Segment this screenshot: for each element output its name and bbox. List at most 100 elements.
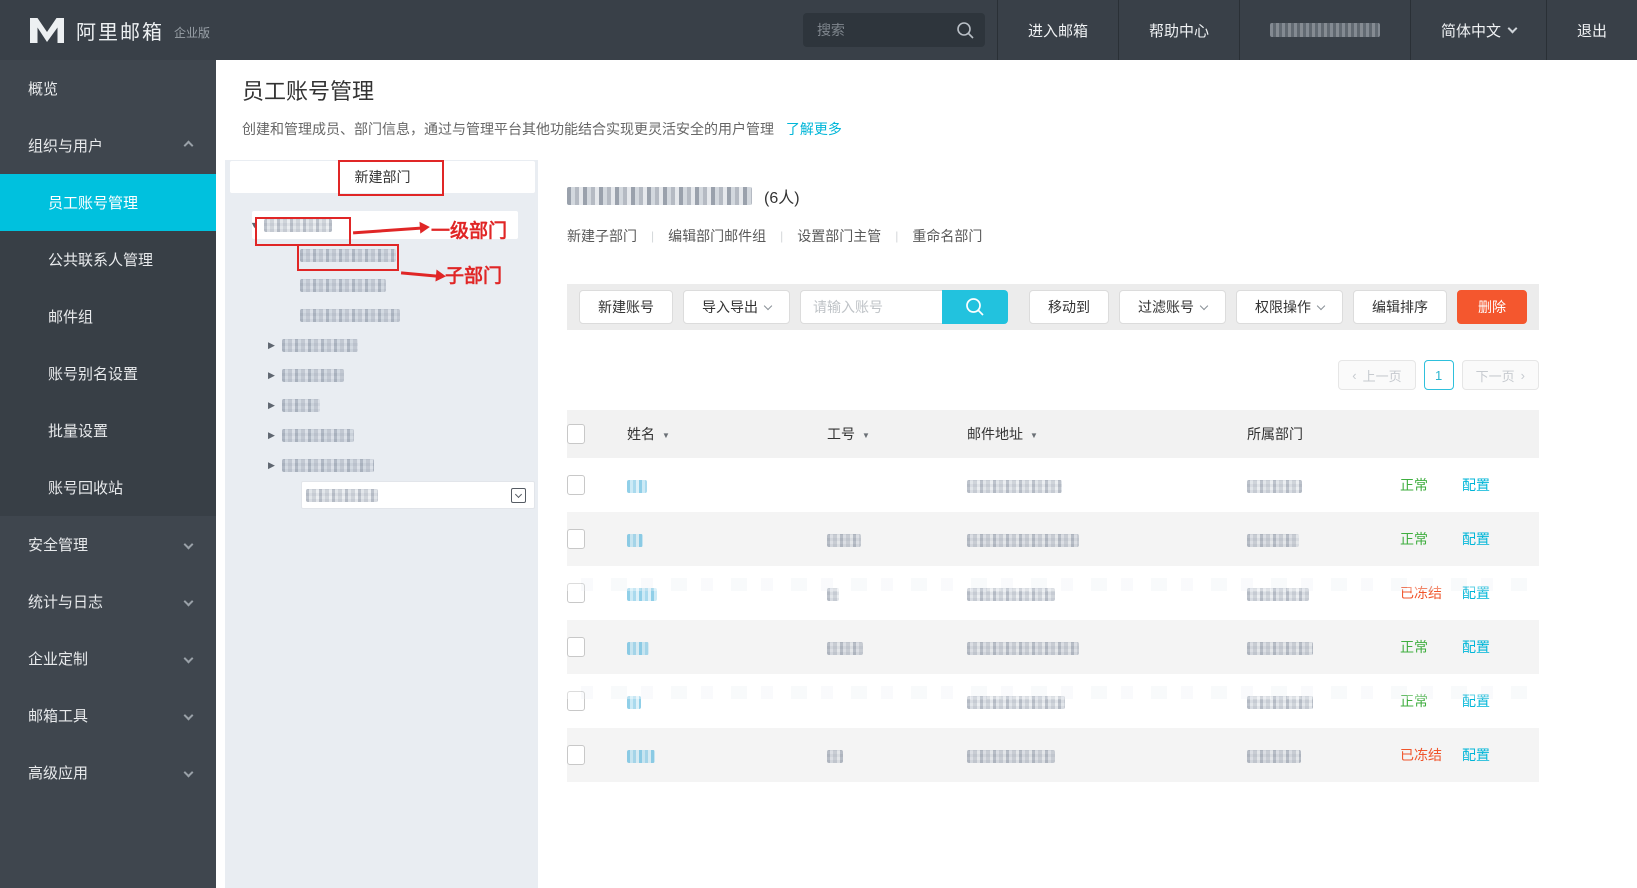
delete-button[interactable]: 删除 — [1457, 290, 1527, 324]
employee-table: 姓名 ▼ 工号 ▼ 邮件地址 ▼ 所属部门 正常 配置 正常 配置 已冻结 配置… — [567, 410, 1539, 782]
new-account-button[interactable]: 新建账号 — [579, 290, 673, 324]
topbar-account[interactable] — [1238, 0, 1410, 60]
row-checkbox[interactable] — [567, 691, 585, 711]
topbar-menu-item[interactable]: 进入邮箱 — [996, 0, 1118, 60]
edit-sort-button[interactable]: 编辑排序 — [1353, 290, 1447, 324]
status-badge: 正常 — [1400, 531, 1428, 547]
dept-action-link[interactable]: 编辑部门邮件组 — [668, 226, 766, 246]
tree-caret-right-icon[interactable]: ▶ — [268, 340, 282, 351]
configure-link[interactable]: 配置 — [1462, 531, 1490, 547]
sidebar-item-企业定制[interactable]: 企业定制 — [0, 630, 216, 687]
dept-tree-node[interactable]: ▶ — [225, 420, 538, 450]
tree-caret-down-icon[interactable]: ▼ — [250, 220, 264, 230]
action-separator: | — [895, 229, 899, 243]
col-header-name[interactable]: 姓名 ▼ — [627, 410, 827, 458]
table-row: 正常 配置 — [567, 458, 1539, 512]
import-export-button[interactable]: 导入导出 — [683, 290, 790, 324]
configure-link[interactable]: 配置 — [1462, 585, 1490, 601]
tree-caret-right-icon[interactable]: ▶ — [268, 370, 282, 381]
dept-tree-node[interactable] — [225, 480, 538, 510]
sidebar-item-统计与日志[interactable]: 统计与日志 — [0, 573, 216, 630]
configure-link[interactable]: 配置 — [1462, 639, 1490, 655]
current-page-button[interactable]: 1 — [1423, 360, 1454, 390]
dept-action-link[interactable]: 重命名部门 — [912, 226, 982, 246]
topbar-menu-item[interactable]: 退出 — [1545, 0, 1637, 60]
topbar-search-input[interactable] — [814, 21, 955, 39]
dept-tree-node[interactable] — [225, 240, 538, 270]
sidebar-item-邮件组[interactable]: 邮件组 — [0, 288, 216, 345]
select-all-checkbox[interactable] — [567, 424, 585, 444]
topbar-menu-item[interactable]: 简体中文 — [1409, 0, 1546, 60]
status-badge: 已冻结 — [1400, 585, 1442, 601]
blurred-dept-name — [300, 308, 400, 322]
permission-ops-button[interactable]: 权限操作 — [1236, 290, 1343, 324]
sidebar-item-批量设置[interactable]: 批量设置 — [0, 402, 216, 459]
dept-tree-node[interactable]: ▶ — [225, 330, 538, 360]
topbar-search[interactable] — [802, 13, 985, 47]
dept-tree-node[interactable] — [225, 300, 538, 330]
topbar-menu-item[interactable]: 帮助中心 — [1117, 0, 1239, 60]
blurred-department — [1247, 587, 1309, 601]
configure-link[interactable]: 配置 — [1462, 477, 1490, 493]
col-header-email[interactable]: 邮件地址 ▼ — [967, 410, 1247, 458]
account-search-button[interactable] — [942, 290, 1008, 324]
table-row: 正常 配置 — [567, 674, 1539, 728]
row-checkbox[interactable] — [567, 475, 585, 495]
tree-node-selected-bar[interactable] — [301, 481, 535, 509]
col-header-jobno[interactable]: 工号 ▼ — [827, 410, 967, 458]
sidebar-item-账号回收站[interactable]: 账号回收站 — [0, 459, 216, 516]
row-checkbox[interactable] — [567, 745, 585, 765]
pagination: ‹ 上一页 1 下一页 › — [567, 360, 1539, 390]
blurred-job-number — [827, 587, 839, 601]
chevron-down-icon — [183, 710, 194, 721]
sidebar-item-安全管理[interactable]: 安全管理 — [0, 516, 216, 573]
sidebar-item-组织与用户[interactable]: 组织与用户 — [0, 117, 216, 174]
blurred-account-email — [1269, 23, 1380, 37]
tree-caret-right-icon[interactable]: ▶ — [268, 430, 282, 441]
node-dropdown-icon[interactable] — [511, 487, 526, 503]
table-row: 正常 配置 — [567, 512, 1539, 566]
row-checkbox[interactable] — [567, 529, 585, 549]
dept-tree-node[interactable]: ▶ — [225, 450, 538, 480]
action-separator: | — [780, 229, 784, 243]
tree-caret-right-icon[interactable]: ▶ — [268, 400, 282, 411]
sidebar-item-邮箱工具[interactable]: 邮箱工具 — [0, 687, 216, 744]
blurred-dept-name — [282, 338, 358, 352]
sort-icon: ▼ — [862, 431, 870, 440]
sidebar-item-label: 组织与用户 — [28, 138, 104, 155]
configure-link[interactable]: 配置 — [1462, 747, 1490, 763]
dept-tree-node[interactable]: ▶ — [225, 390, 538, 420]
sidebar-item-员工账号管理[interactable]: 员工账号管理 — [0, 174, 216, 231]
row-checkbox[interactable] — [567, 583, 585, 603]
sidebar-item-账号别名设置[interactable]: 账号别名设置 — [0, 345, 216, 402]
blurred-email-address — [967, 641, 1079, 655]
search-icon[interactable] — [955, 20, 975, 40]
next-arrow-icon: › — [1520, 367, 1525, 383]
topbar-menu: 进入邮箱 帮助中心 简体中文 退出 — [996, 0, 1637, 60]
dept-tree-node[interactable]: ▶ — [225, 360, 538, 390]
dept-action-link[interactable]: 设置部门主管 — [797, 226, 881, 246]
row-checkbox[interactable] — [567, 637, 585, 657]
configure-link[interactable]: 配置 — [1462, 693, 1490, 709]
blurred-employee-name — [627, 533, 643, 547]
learn-more-link[interactable]: 了解更多 — [786, 121, 842, 137]
sidebar-item-概览[interactable]: 概览 — [0, 60, 216, 117]
prev-page-button[interactable]: ‹ 上一页 — [1338, 360, 1416, 390]
tree-caret-right-icon[interactable]: ▶ — [268, 460, 282, 471]
sidebar-item-高级应用[interactable]: 高级应用 — [0, 744, 216, 801]
move-to-button[interactable]: 移动到 — [1029, 290, 1109, 324]
blurred-employee-name — [627, 695, 641, 709]
dept-tree-node[interactable]: ▼ — [225, 210, 538, 240]
sidebar-item-label: 账号别名设置 — [48, 366, 139, 383]
filter-account-button[interactable]: 过滤账号 — [1119, 290, 1226, 324]
dept-action-link[interactable]: 新建子部门 — [567, 226, 637, 246]
blurred-department — [1247, 641, 1313, 655]
account-search-input[interactable] — [800, 290, 942, 324]
sidebar-item-公共联系人管理[interactable]: 公共联系人管理 — [0, 231, 216, 288]
dept-member-count: (6人) — [764, 190, 800, 207]
new-department-button[interactable]: 新建部门 — [349, 166, 417, 188]
main-content: 员工账号管理 创建和管理成员、部门信息，通过与管理平台其他功能结合实现更灵活安全… — [216, 60, 1637, 888]
topbar-menu-label: 退出 — [1576, 22, 1607, 40]
next-page-button[interactable]: 下一页 › — [1461, 360, 1539, 390]
dept-tree-node[interactable] — [225, 270, 538, 300]
